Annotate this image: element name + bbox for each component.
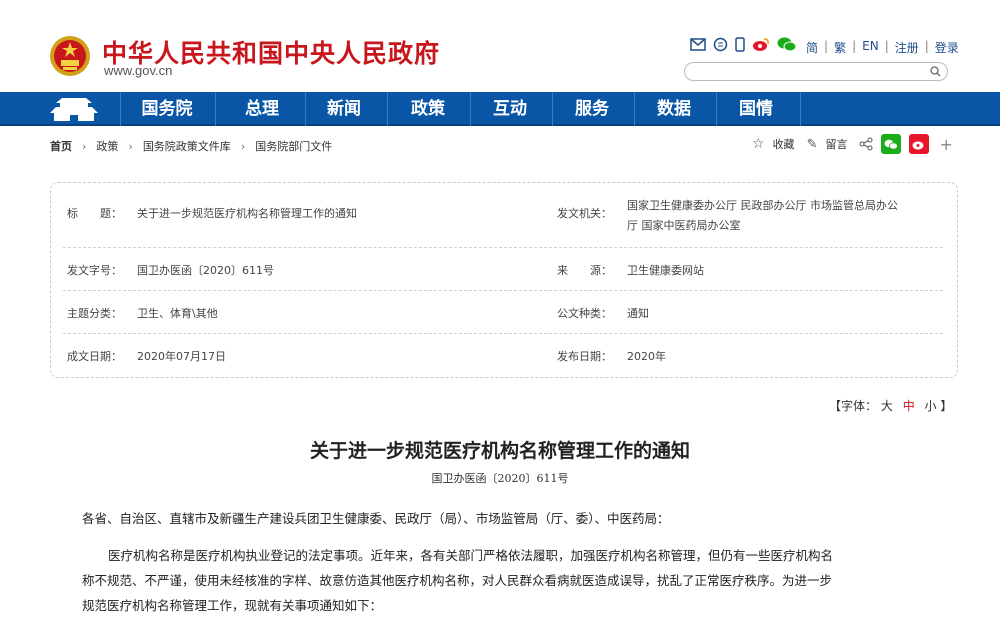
search-box — [684, 62, 948, 84]
source-value: 卫生健康委网站 — [627, 264, 704, 277]
topic-label: 主题分类： — [67, 307, 122, 320]
doc-no-value: 国卫办医函〔2020〕611号 — [137, 264, 274, 277]
nav-item-news[interactable]: 新闻 — [305, 92, 383, 126]
source-label: 来 源： — [557, 264, 612, 277]
lang-simplified-link[interactable]: 简 — [806, 39, 818, 56]
paragraph-line: 规范医疗机构名称管理工作，现就有关事项通知如下： — [82, 598, 383, 613]
breadcrumb-policy[interactable]: 政策 — [96, 138, 118, 154]
publish-date-label: 发布日期： — [557, 350, 612, 363]
mail-icon[interactable] — [690, 38, 706, 51]
title-label: 标 题： — [67, 207, 122, 220]
font-size-prefix: 【字体： — [829, 399, 878, 413]
font-size-medium[interactable]: 中 — [903, 399, 915, 413]
doc-no-label: 发文字号： — [67, 264, 122, 277]
nav-item-policy[interactable]: 政策 — [388, 92, 468, 126]
info-row-title: 标 题： 关于进一步规范医疗机构名称管理工作的通知 发文机关： 国家卫生健康委办… — [63, 199, 943, 237]
article-paragraph: 医疗机构名称是医疗机构执业登记的法定事项。近年来，各有关部门严格依法履职，加强医… — [82, 543, 944, 618]
topic-value: 卫生、体育\其他 — [137, 307, 218, 320]
star-icon[interactable]: ☆ — [752, 136, 765, 152]
message-icon[interactable] — [713, 37, 728, 52]
lang-traditional-link[interactable]: 繁 — [834, 39, 846, 56]
mobile-icon[interactable] — [735, 37, 745, 52]
search-input[interactable] — [695, 66, 925, 84]
chevron-right-icon: › — [128, 139, 133, 153]
wechat-icon — [884, 139, 899, 150]
title-value: 关于进一步规范医疗机构名称管理工作的通知 — [137, 207, 357, 220]
nav-item-state-council[interactable]: 国务院 — [128, 92, 206, 126]
issuer-value-line2: 厅 国家中医药局办公室 — [627, 219, 741, 232]
font-size-suffix: 】 — [940, 399, 953, 413]
paragraph-line: 医疗机构名称是医疗机构执业登记的法定事项。近年来，各有关部门严格依法履职，加强医… — [108, 548, 834, 563]
top-icon-bar — [690, 37, 797, 52]
site-header: 中华人民共和国中央人民政府 www.gov.cn 简 | 繁 | EN | 注册 | 登… — [0, 0, 1000, 92]
national-emblem-icon[interactable] — [49, 34, 91, 78]
breadcrumb-policy-library[interactable]: 国务院政策文件库 — [143, 138, 231, 154]
doc-type-label: 公文种类： — [557, 307, 612, 320]
nav-item-data[interactable]: 数据 — [634, 92, 714, 126]
share-icon[interactable] — [859, 137, 873, 151]
register-link[interactable]: 注册 — [895, 39, 919, 56]
breadcrumb-home[interactable]: 首页 — [50, 138, 72, 154]
article-salutation: 各省、自治区、直辖市及新疆生产建设兵团卫生健康委、民政厅（局）、市场监管局（厅、… — [82, 511, 670, 526]
paragraph-line: 称不规范、不严谨，使用未经核准的字样、故意仿造其他医疗机构名称，对人民群众看病就… — [82, 573, 833, 588]
language-links: 简 | 繁 | EN | 注册 | 登录 — [806, 39, 959, 56]
article-doc-number: 国卫办医函〔2020〕611号 — [431, 472, 569, 485]
breadcrumb-department-docs[interactable]: 国务院部门文件 — [255, 138, 332, 154]
font-size-control: 【字体： 大 中 小 】 — [829, 397, 952, 414]
weibo-icon — [912, 141, 924, 150]
tiananmen-logo-icon[interactable] — [46, 95, 102, 123]
document-info-box: 标 题： 关于进一步规范医疗机构名称管理工作的通知 发文机关： 国家卫生健康委办… — [50, 182, 958, 378]
written-date-label: 成文日期： — [67, 350, 122, 363]
issuer-value: 国家卫生健康委办公厅 民政部办公厅 市场监管总局办公 厅 国家中医药局办公室 — [627, 196, 898, 236]
issuer-label: 发文机关： — [557, 207, 612, 220]
article-title: 关于进一步规范医疗机构名称管理工作的通知 — [309, 440, 690, 462]
wechat-icon[interactable] — [777, 37, 797, 52]
main-nav: 国务院 总理 新闻 政策 互动 服务 数据 国情 — [0, 92, 1000, 126]
share-wechat-button[interactable] — [881, 134, 902, 154]
chevron-right-icon: › — [240, 139, 246, 153]
nav-item-services[interactable]: 服务 — [552, 92, 632, 126]
article-tools: ☆ 收藏 ✎ 留言 + — [752, 134, 953, 154]
login-link[interactable]: 登录 — [935, 39, 959, 56]
written-date-value: 2020年07月17日 — [137, 350, 226, 363]
breadcrumb: 首页 › 政策 › 国务院政策文件库 › 国务院部门文件 — [50, 138, 332, 154]
font-size-large[interactable]: 大 — [881, 399, 893, 413]
lang-english-link[interactable]: EN — [862, 39, 879, 56]
comment-button[interactable]: 留言 — [825, 136, 847, 152]
nav-item-interaction[interactable]: 互动 — [470, 92, 550, 126]
doc-type-value: 通知 — [627, 307, 649, 320]
site-url[interactable]: www.gov.cn — [104, 63, 172, 78]
issuer-value-line1: 国家卫生健康委办公厅 民政部办公厅 市场监管总局办公 — [627, 199, 898, 212]
more-share-button[interactable]: + — [939, 135, 952, 154]
weibo-icon[interactable] — [752, 37, 770, 52]
share-weibo-button[interactable] — [909, 134, 930, 154]
nav-item-premier[interactable]: 总理 — [222, 92, 302, 126]
favorite-button[interactable]: 收藏 — [773, 136, 795, 152]
pen-icon[interactable]: ✎ — [807, 137, 818, 152]
chevron-right-icon: › — [82, 139, 87, 153]
nav-item-national-info[interactable]: 国情 — [716, 92, 796, 126]
search-icon[interactable] — [930, 66, 941, 77]
font-size-small[interactable]: 小 — [925, 399, 937, 413]
publish-date-value: 2020年 — [627, 350, 666, 363]
